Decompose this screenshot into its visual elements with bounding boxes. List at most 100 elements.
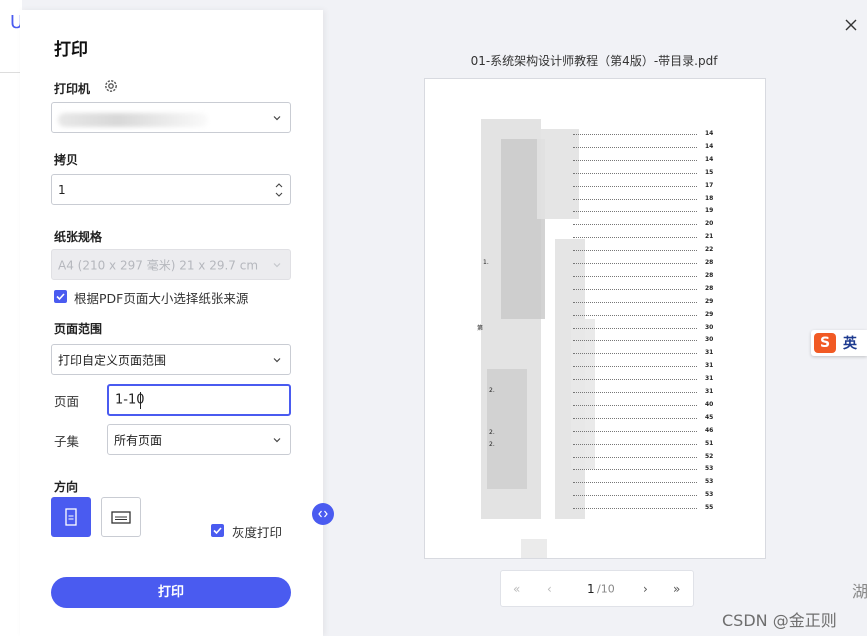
toc-page-number: 52 xyxy=(705,452,714,460)
toc-fragment: 2. xyxy=(489,387,495,394)
toc-leader-line xyxy=(573,146,697,148)
toc-leader-line xyxy=(573,353,697,355)
toc-leader-line xyxy=(573,404,697,406)
copies-label: 拷贝 xyxy=(54,153,79,167)
first-page-button[interactable]: « xyxy=(513,582,520,596)
subset-select[interactable]: 所有页面 xyxy=(107,424,291,455)
total-pages: /10 xyxy=(597,582,615,595)
toc-leader-line xyxy=(573,314,697,316)
portrait-icon xyxy=(65,508,77,526)
toc-leader-line xyxy=(573,469,697,471)
portrait-button[interactable] xyxy=(51,497,91,537)
subset-value: 所有页面 xyxy=(114,433,163,447)
page-range-select[interactable]: 打印自定义页面范围 xyxy=(51,344,291,375)
toc-leader-line xyxy=(573,379,697,381)
toc-leader-line xyxy=(573,366,697,368)
page-range-label: 页面范围 xyxy=(54,322,103,336)
gear-icon[interactable] xyxy=(103,78,119,94)
redacted-printer-name xyxy=(58,113,208,127)
toc-page-number: 19 xyxy=(705,207,714,215)
toc-leader-line xyxy=(573,211,697,213)
toc-leader-line xyxy=(573,508,697,510)
grayscale-label: 灰度打印 xyxy=(232,525,283,540)
close-icon[interactable] xyxy=(843,17,859,33)
printer-select[interactable] xyxy=(51,102,291,133)
toc-leader-line xyxy=(573,185,697,187)
chevron-down-icon xyxy=(273,262,281,267)
toc-fragment: 2. xyxy=(489,429,495,436)
toc-page-number: 29 xyxy=(705,310,714,318)
toc-page-number: 40 xyxy=(705,400,714,408)
toc-leader-line xyxy=(573,340,697,342)
toc-leader-line xyxy=(573,288,697,290)
grayscale-checkbox[interactable] xyxy=(211,524,224,537)
toc-page-number: 31 xyxy=(705,388,714,395)
toc-page-number: 14 xyxy=(705,142,714,150)
toc-page-number: 14 xyxy=(705,155,714,163)
toc-leader-line xyxy=(573,456,697,458)
toc-page-number: 45 xyxy=(705,413,714,421)
print-button[interactable]: 打印 xyxy=(51,577,291,608)
toc-leader-line xyxy=(573,392,697,393)
background-divider xyxy=(0,72,22,73)
toc-fragment: 第 xyxy=(477,325,484,332)
toc-page-number: 29 xyxy=(705,297,714,305)
ime-toolbar[interactable]: S 英 xyxy=(811,330,867,356)
toc-page-number: 28 xyxy=(705,259,714,266)
dialog-title: 打印 xyxy=(54,40,88,60)
page-navigator: « ‹ 1 /10 › » xyxy=(500,570,694,607)
copies-value: 1 xyxy=(58,182,66,197)
toc-leader-line xyxy=(573,275,697,277)
toc-page-number: 53 xyxy=(705,491,714,499)
toc-fragment: 1. xyxy=(483,259,489,266)
ime-language: 英 xyxy=(843,336,857,352)
toc-page-number: 31 xyxy=(705,362,714,370)
landscape-button[interactable] xyxy=(101,497,141,537)
current-page: 1 xyxy=(587,581,595,596)
paper-size-value: A4 (210 x 297 毫米) 21 x 29.7 cm xyxy=(58,258,259,272)
subset-label: 子集 xyxy=(54,434,80,449)
watermark: CSDN @金正则 xyxy=(722,611,837,630)
toc-page-number: 17 xyxy=(705,181,714,189)
toc-page-number: 31 xyxy=(705,349,714,357)
print-preview-page: 1. 第 2. 2. 2. 14 14 14 15 17 18 19 20 21 22 28 28 28… xyxy=(424,78,766,559)
sogou-logo-icon: S xyxy=(814,333,836,353)
toc-leader-line xyxy=(573,172,697,174)
toc-leader-line xyxy=(573,237,697,239)
toc-page-number: 28 xyxy=(705,271,714,279)
toc-page-number: 15 xyxy=(705,168,714,176)
copies-stepper[interactable]: 1 xyxy=(51,174,291,205)
toc-leader-line xyxy=(573,430,697,432)
toc-leader-line xyxy=(573,482,697,484)
print-settings-panel: 打印 打印机 拷贝 1 纸张规格 A4 (210 x 297 毫米) 21 x … xyxy=(20,10,323,636)
paper-size-select: A4 (210 x 297 毫米) 21 x 29.7 cm xyxy=(51,249,291,280)
pages-input[interactable]: 1-10 xyxy=(107,384,291,416)
chevron-down-icon xyxy=(273,115,281,120)
collapse-panel-button[interactable] xyxy=(312,503,334,525)
toc-page-number: 30 xyxy=(705,336,714,344)
toc-page-number: 53 xyxy=(705,478,714,486)
toc-leader-line xyxy=(573,134,697,135)
pages-label: 页面 xyxy=(54,394,80,409)
landscape-icon xyxy=(111,511,131,524)
toc-page-number: 46 xyxy=(705,426,714,434)
toc-page-number: 14 xyxy=(705,130,714,137)
toc-leader-line xyxy=(573,495,697,497)
toc-page-number: 20 xyxy=(705,220,714,228)
orientation-label: 方向 xyxy=(54,480,79,494)
toc-page-number: 53 xyxy=(705,465,714,473)
paper-source-checkbox[interactable] xyxy=(54,290,67,303)
next-page-button[interactable]: › xyxy=(643,582,648,596)
chevron-down-icon xyxy=(273,357,281,362)
toc-page-number: 31 xyxy=(705,375,714,383)
toc-leader-line xyxy=(573,263,697,264)
page-range-value: 打印自定义页面范围 xyxy=(58,353,167,367)
toc-page-number: 18 xyxy=(705,194,714,202)
toc-page-number: 55 xyxy=(705,504,714,512)
last-page-button[interactable]: » xyxy=(673,582,680,596)
prev-page-button[interactable]: ‹ xyxy=(547,582,552,596)
toc-leader-line xyxy=(573,159,697,161)
toc-leader-line xyxy=(573,301,697,303)
text-cursor xyxy=(140,392,141,409)
stepper-arrows-icon[interactable] xyxy=(274,179,284,201)
